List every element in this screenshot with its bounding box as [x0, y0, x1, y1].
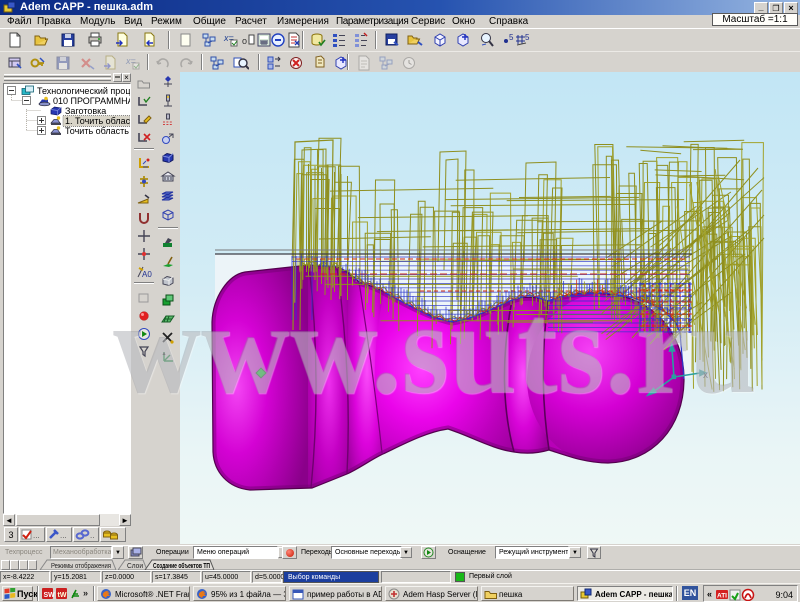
- svg-text:Заготовка: Заготовка: [65, 106, 106, 116]
- svg-text:»: »: [83, 588, 88, 598]
- svg-text:SW: SW: [44, 592, 56, 599]
- svg-text:Слои: Слои: [127, 563, 143, 570]
- svg-text:A0: A0: [142, 270, 152, 279]
- svg-text:010 ПРОГРАММНАЯ: 010 ПРОГРАММНАЯ: [53, 96, 130, 106]
- svg-text:Точить область: Точить область: [65, 126, 129, 136]
- svg-text:...: ...: [33, 531, 40, 540]
- svg-text:Технологический процесс і: Технологический процесс і: [37, 86, 130, 96]
- svg-text:x: x: [703, 370, 708, 381]
- svg-text:..: ..: [90, 531, 94, 540]
- svg-text:o: o: [242, 36, 247, 46]
- svg-text:Создание объектов ТП: Создание объектов ТП: [153, 562, 210, 570]
- svg-text:tW: tW: [58, 592, 67, 599]
- svg-text:...: ...: [60, 531, 67, 540]
- svg-text:5: 5: [525, 33, 530, 42]
- svg-text:1. Точить облас: 1. Точить облас: [65, 116, 130, 126]
- svg-text:ATI: ATI: [717, 593, 727, 600]
- svg-text:Режимы отображения: Режимы отображения: [51, 562, 111, 570]
